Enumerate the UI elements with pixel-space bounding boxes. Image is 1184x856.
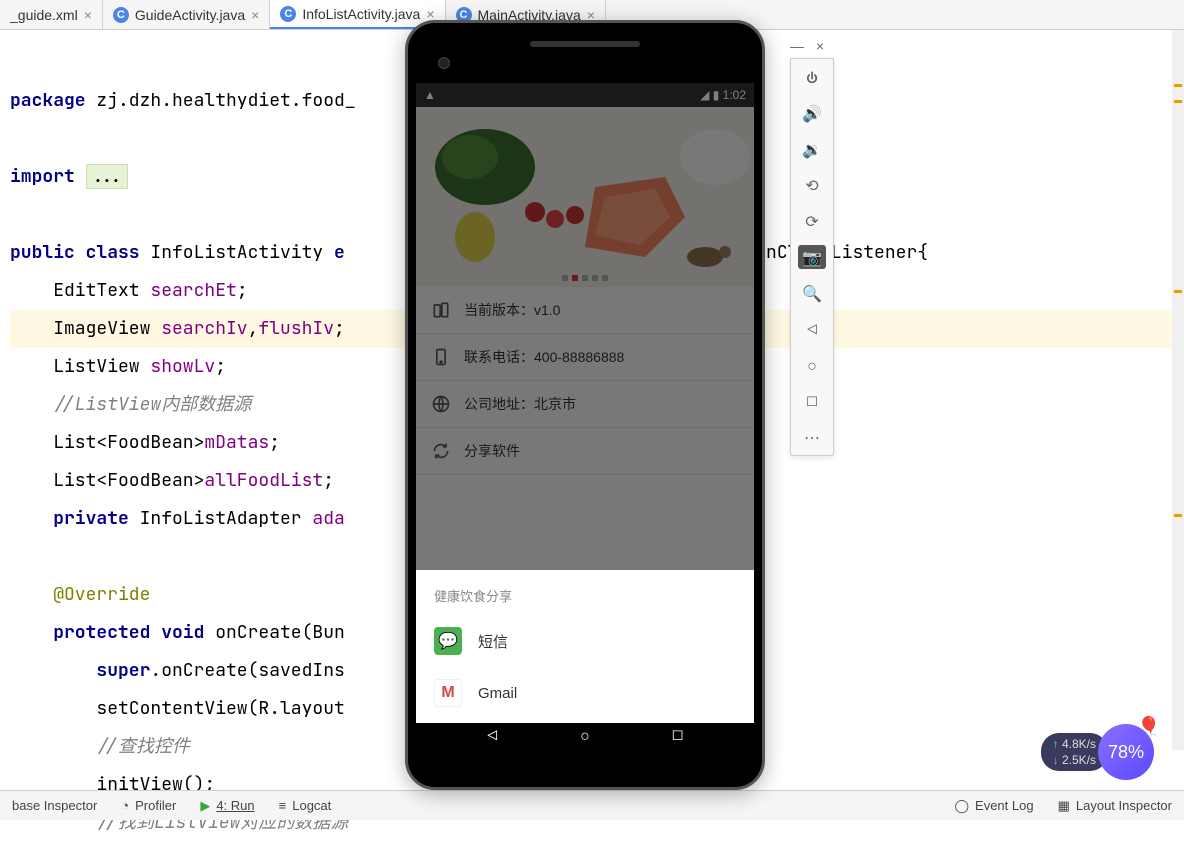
more-icon[interactable]: ⋯: [798, 425, 826, 449]
android-nav-bar: ◁ ○ □: [416, 723, 754, 747]
event-log-button[interactable]: ◯Event Log: [954, 798, 1033, 814]
close-icon[interactable]: ×: [251, 7, 259, 23]
java-class-icon: C: [113, 7, 129, 23]
camera-icon[interactable]: 📷: [798, 245, 826, 269]
percent-label: 78%: [1108, 742, 1144, 763]
nav-back-button[interactable]: ◁: [488, 725, 498, 746]
nav-home-button[interactable]: ○: [580, 725, 590, 746]
power-icon[interactable]: ⏻: [798, 65, 826, 89]
profiler-button[interactable]: ◔Profiler: [121, 798, 176, 813]
layout-icon: ▦: [1058, 798, 1070, 814]
folded-import[interactable]: ...: [86, 164, 128, 189]
close-icon[interactable]: ×: [816, 38, 824, 54]
row-label: 分享软件: [464, 441, 520, 461]
gmail-icon: M: [434, 679, 462, 707]
banner-image[interactable]: [416, 107, 754, 287]
event-log-icon: ◯: [954, 798, 969, 814]
status-bar: ▲ ◢ ▮ 1:02: [416, 83, 754, 107]
balloon-icon: 🎈: [1138, 716, 1160, 737]
phone-icon: [430, 346, 452, 368]
version-icon: [430, 299, 452, 321]
row-label: 当前版本：v1.0: [464, 300, 560, 320]
inspection-gutter[interactable]: [1172, 30, 1184, 750]
rotate-right-icon[interactable]: ⟳: [798, 209, 826, 233]
row-label: 联系电话：400-88886888: [464, 347, 624, 367]
volume-down-icon[interactable]: 🔉: [798, 137, 826, 161]
download-speed: 2.5K/s: [1053, 753, 1096, 767]
speed-gauge[interactable]: 78% 🎈: [1098, 724, 1154, 780]
device-screen[interactable]: ▲ ◢ ▮ 1:02: [416, 83, 754, 747]
overview-icon[interactable]: □: [798, 389, 826, 413]
logcat-button[interactable]: ≡Logcat: [279, 798, 332, 813]
globe-icon: [430, 393, 452, 415]
share-label: Gmail: [478, 685, 517, 702]
nav-recent-button[interactable]: □: [673, 725, 683, 746]
share-sheet: 健康饮食分享 💬 短信 M Gmail: [416, 570, 754, 723]
home-icon[interactable]: ○: [798, 353, 826, 377]
notification-icon: ▲: [424, 88, 436, 102]
database-inspector-button[interactable]: base Inspector: [12, 798, 97, 813]
gutter-warning-mark[interactable]: [1174, 100, 1182, 103]
back-icon[interactable]: ◁: [798, 317, 826, 341]
status-right: ◢ ▮ 1:02: [700, 88, 746, 102]
share-option-sms[interactable]: 💬 短信: [416, 615, 754, 667]
rotate-left-icon[interactable]: ⟲: [798, 173, 826, 197]
layout-inspector-button[interactable]: ▦Layout Inspector: [1058, 798, 1172, 814]
tab-guide-activity[interactable]: C GuideActivity.java ×: [103, 0, 270, 29]
tab-label: _guide.xml: [10, 7, 78, 23]
logcat-icon: ≡: [279, 798, 287, 813]
close-icon[interactable]: ×: [84, 7, 92, 23]
zoom-icon[interactable]: 🔍: [798, 281, 826, 305]
front-camera: [438, 57, 450, 69]
tab-label: InfoListActivity.java: [302, 6, 420, 22]
row-address[interactable]: 公司地址：北京市: [416, 381, 754, 428]
share-label: 短信: [478, 631, 508, 652]
gutter-warning-mark[interactable]: [1174, 514, 1182, 517]
java-class-icon: C: [280, 6, 296, 22]
gutter-warning-mark[interactable]: [1174, 84, 1182, 87]
tab-guide-xml[interactable]: _guide.xml ×: [0, 0, 103, 29]
row-phone[interactable]: 联系电话：400-88886888: [416, 334, 754, 381]
row-label: 公司地址：北京市: [464, 394, 576, 414]
refresh-icon: [430, 440, 452, 462]
network-speed-widget[interactable]: 4.8K/s 2.5K/s 78% 🎈: [1041, 724, 1154, 780]
speaker-grille: [530, 41, 640, 47]
emulator-toolbar: ⏻ 🔊 🔉 ⟲ ⟳ 📷 🔍 ◁ ○ □ ⋯: [790, 58, 834, 456]
profiler-icon: ◔: [121, 798, 129, 813]
upload-speed: 4.8K/s: [1053, 737, 1096, 751]
share-title: 健康饮食分享: [416, 582, 754, 615]
volume-up-icon[interactable]: 🔊: [798, 101, 826, 125]
tab-label: GuideActivity.java: [135, 7, 245, 23]
carousel-dots[interactable]: [562, 275, 608, 281]
row-version[interactable]: 当前版本：v1.0: [416, 287, 754, 334]
share-option-gmail[interactable]: M Gmail: [416, 667, 754, 719]
android-emulator: ▲ ◢ ▮ 1:02: [405, 20, 780, 800]
row-share[interactable]: 分享软件: [416, 428, 754, 475]
device-frame: ▲ ◢ ▮ 1:02: [405, 20, 765, 790]
minimize-icon[interactable]: —: [790, 38, 804, 54]
run-button[interactable]: ▶ 4: Run: [200, 798, 254, 814]
emulator-window-controls: — ×: [790, 38, 824, 54]
gutter-warning-mark[interactable]: [1174, 290, 1182, 293]
sms-icon: 💬: [434, 627, 462, 655]
play-icon: ▶: [200, 798, 210, 814]
